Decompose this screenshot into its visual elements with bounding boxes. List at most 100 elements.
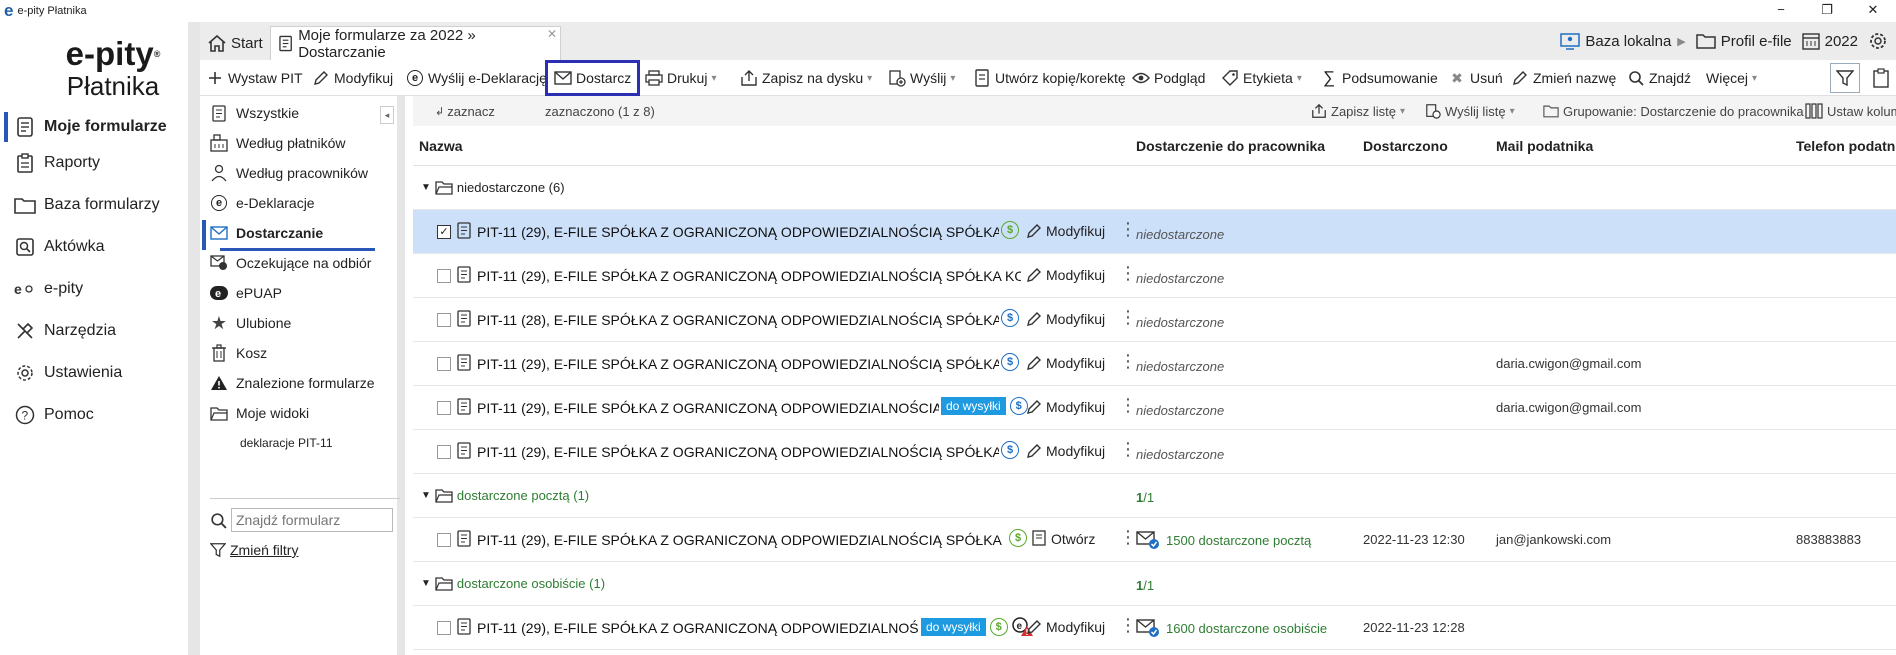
row-modify-button[interactable]: Modyfikuj (1026, 443, 1105, 459)
year-button[interactable]: 2022 (1801, 32, 1858, 50)
filter-wedlug-platnikow[interactable]: Według płatników (210, 128, 345, 158)
row-modify-button[interactable]: Modyfikuj (1026, 355, 1105, 371)
dropdown-arrow-icon[interactable]: ▾ (1297, 73, 1302, 84)
row-modify-button[interactable]: Modyfikuj (1026, 223, 1105, 239)
row-modify-button[interactable]: Modyfikuj (1026, 399, 1105, 415)
more-options-icon[interactable]: ⋮ (1119, 616, 1137, 634)
usun-button[interactable]: ✖ Usuń (1448, 65, 1503, 91)
filter-moje-widoki[interactable]: Moje widoki (210, 398, 309, 428)
dropdown-arrow-icon[interactable]: ▾ (950, 73, 955, 84)
col-name[interactable]: Nazwa (419, 138, 463, 154)
dropdown-arrow-icon[interactable]: ▾ (867, 73, 872, 84)
table-row[interactable]: PIT-11 (29), E-FILE SPÓŁKA Z OGRANICZONĄ… (413, 430, 1896, 474)
more-options-icon[interactable]: ⋮ (1119, 396, 1137, 414)
nav-item-moje-formularze[interactable]: Moje formularze (0, 108, 188, 146)
podsumowanie-button[interactable]: ∑ Podsumowanie (1320, 65, 1438, 91)
nav-item-ustawienia[interactable]: Ustawienia (0, 354, 188, 392)
drukuj-button[interactable]: Drukuj ▾ (645, 65, 717, 91)
zmien-nazwe-button[interactable]: Zmień nazwę (1511, 65, 1616, 91)
dostarcz-button[interactable]: Dostarcz (545, 60, 641, 96)
filter-view-deklaracje-pit-11[interactable]: deklaracje PIT-11 (240, 428, 333, 458)
podglad-button[interactable]: Podgląd (1132, 65, 1205, 91)
group-header[interactable]: ▼ niedostarczone (6) (413, 166, 1896, 210)
group-header[interactable]: ▼ dostarczone pocztą (1) 1/1 (413, 474, 1896, 518)
table-row[interactable]: ✓ PIT-11 (29), E-FILE SPÓŁKA Z OGRANICZO… (413, 210, 1896, 254)
row-checkbox[interactable] (437, 269, 451, 283)
group-header[interactable]: ▼ dostarczone osobiście (1) 1/1 (413, 562, 1896, 606)
wyslij-e-deklaracje-button[interactable]: e Wyślij e-Deklarację (406, 65, 547, 91)
table-row[interactable]: PIT-11 (29), E-FILE SPÓŁKA Z OGRANICZONĄ… (413, 254, 1896, 298)
row-modify-button[interactable]: Modyfikuj (1026, 267, 1105, 283)
table-row[interactable]: PIT-11 (29), E-FILE SPÓŁKA Z OGRANICZONĄ… (413, 342, 1896, 386)
nav-item-narzedzia[interactable]: Narzędzia (0, 312, 188, 350)
filter-dostarczanie[interactable]: Dostarczanie (210, 218, 375, 251)
collapse-filters-button[interactable]: ◂ (380, 106, 394, 124)
send-list-button[interactable]: Wyślij listę ▾ (1425, 103, 1515, 119)
nav-item-e-pity[interactable]: e e-pity (0, 270, 188, 308)
row-open-button[interactable]: Otwórz (1051, 531, 1095, 547)
table-row[interactable]: PIT-11 (29), E-FILE SPÓŁKA Z OGRANICZONĄ… (413, 606, 1896, 650)
row-checkbox[interactable] (437, 313, 451, 327)
nav-item-raporty[interactable]: Raporty (0, 144, 188, 182)
expand-arrow-icon[interactable]: ▼ (421, 490, 431, 501)
row-checkbox[interactable] (437, 533, 451, 547)
more-options-icon[interactable]: ⋮ (1119, 308, 1137, 326)
filter-kosz[interactable]: Kosz (210, 338, 267, 368)
filter-ulubione[interactable]: ★ Ulubione (210, 308, 291, 338)
row-checkbox[interactable] (437, 445, 451, 459)
dropdown-arrow-icon[interactable]: ▾ (711, 73, 716, 84)
znajdz-button[interactable]: Znajdź (1627, 65, 1691, 91)
tab-close-button[interactable]: ✕ (547, 27, 557, 41)
wyslij-button[interactable]: Wyślij ▾ (888, 65, 955, 91)
utworz-kopie-button[interactable]: Utwórz kopię/korektę (973, 65, 1126, 91)
table-row[interactable]: PIT-11 (28), E-FILE SPÓŁKA Z OGRANICZONĄ… (413, 298, 1896, 342)
close-window-button[interactable]: ✕ (1850, 0, 1896, 22)
wystaw-pit-button[interactable]: Wystaw PIT (206, 65, 303, 91)
tab-current[interactable]: Moje formularze za 2022 » Dostarczanie ✕ (270, 26, 561, 61)
row-modify-button[interactable]: Modyfikuj (1026, 619, 1105, 635)
expand-arrow-icon[interactable]: ▼ (421, 182, 431, 193)
more-options-icon[interactable]: ⋮ (1119, 528, 1137, 546)
expand-arrow-icon[interactable]: ▼ (421, 578, 431, 589)
etykieta-button[interactable]: Etykieta ▾ (1221, 65, 1302, 91)
filter-epuap[interactable]: e ePUAP (210, 278, 282, 308)
col-mail[interactable]: Mail podatnika (1496, 138, 1593, 154)
filter-oczekujace[interactable]: Oczekujące na odbiór (210, 248, 371, 278)
filter-toggle-button[interactable] (1830, 63, 1860, 93)
grouping-button[interactable]: Grupowanie: Dostarczenie do pracownika (1543, 104, 1804, 119)
form-search-input[interactable] (231, 508, 393, 532)
profile-button[interactable]: Profil e-file (1696, 33, 1792, 50)
filter-wedlug-pracownikow[interactable]: Według pracowników (210, 158, 368, 188)
nav-item-pomoc[interactable]: ? Pomoc (0, 396, 188, 434)
settings-button[interactable] (1868, 31, 1888, 51)
table-row[interactable]: PIT-11 (29), E-FILE SPÓŁKA Z OGRANICZONĄ… (413, 386, 1896, 430)
more-options-icon[interactable]: ⋮ (1119, 264, 1137, 282)
filter-e-deklaracje[interactable]: e e-Deklaracje (210, 188, 315, 218)
wiecej-button[interactable]: Więcej ▾ (1706, 65, 1757, 91)
nav-item-baza-formularzy[interactable]: Baza formularzy (0, 186, 188, 224)
table-row[interactable]: PIT-11 (29), E-FILE SPÓŁKA Z OGRANICZONĄ… (413, 518, 1896, 562)
filter-znalezione[interactable]: Znalezione formularze (210, 368, 375, 398)
row-modify-button[interactable]: Modyfikuj (1026, 311, 1105, 327)
row-checkbox[interactable] (437, 401, 451, 415)
more-options-icon[interactable]: ⋮ (1119, 220, 1137, 238)
local-db-button[interactable]: Baza lokalna ▶ (1560, 32, 1686, 50)
minimize-button[interactable]: − (1758, 0, 1804, 22)
more-options-icon[interactable]: ⋮ (1119, 440, 1137, 458)
col-delivered[interactable]: Dostarczono (1363, 138, 1448, 154)
clipboard-tool-button[interactable] (1866, 63, 1896, 93)
modyfikuj-button[interactable]: Modyfikuj (312, 65, 393, 91)
tab-start[interactable]: Start (200, 26, 271, 60)
row-checkbox[interactable]: ✓ (437, 225, 451, 239)
change-filters-link[interactable]: Zmień filtry (210, 542, 298, 558)
set-columns-button[interactable]: Ustaw kolumny (1805, 103, 1896, 119)
row-checkbox[interactable] (437, 621, 451, 635)
filter-wszystkie[interactable]: Wszystkie (210, 98, 299, 128)
more-options-icon[interactable]: ⋮ (1119, 352, 1137, 370)
mark-button[interactable]: ↲ zaznacz (435, 104, 495, 119)
nav-item-aktowka[interactable]: Aktówka (0, 228, 188, 266)
col-phone[interactable]: Telefon podatnika (1796, 138, 1896, 154)
restore-button[interactable]: ❐ (1804, 0, 1850, 22)
row-checkbox[interactable] (437, 357, 451, 371)
save-list-button[interactable]: Zapisz listę ▾ (1311, 103, 1405, 119)
